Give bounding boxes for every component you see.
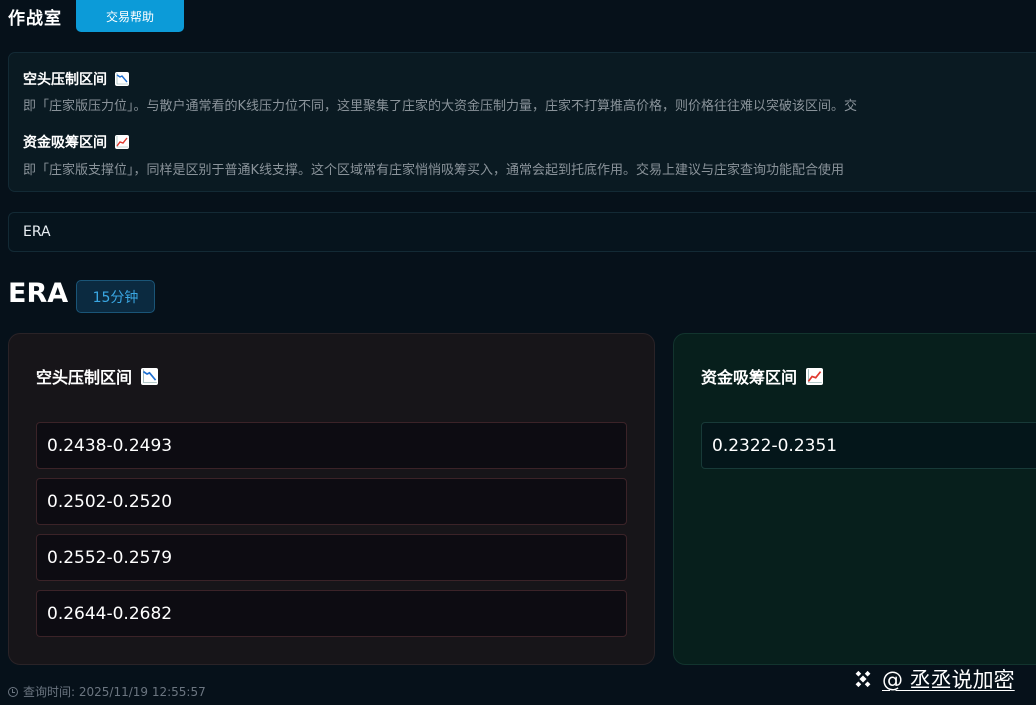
support-info-heading: 资金吸筹区间 <box>23 132 129 152</box>
query-time: 查询时间: 2025/11/19 12:55:57 <box>8 683 206 700</box>
support-info-desc: 即「庄家版支撑位」，同样是区别于普通K线支撑。这个区域常有庄家悄悄吸筹买入，通常… <box>23 163 845 178</box>
resistance-info-heading: 空头压制区间 <box>23 69 129 89</box>
resistance-range-row: 0.2502-0.2520 <box>36 478 627 525</box>
resistance-info-heading-label: 空头压制区间 <box>23 72 107 88</box>
support-info-heading-label: 资金吸筹区间 <box>23 135 107 151</box>
binance-logo-icon <box>855 670 871 688</box>
interval-badge: 15分钟 <box>76 280 155 313</box>
resistance-range-row: 0.2644-0.2682 <box>36 590 627 637</box>
support-range-row: 0.2322-0.2351 <box>701 422 1036 469</box>
info-box: 空头压制区间 即「庄家版压力位」。与散户通常看的K线压力位不同，这里聚集了庄家的… <box>8 52 1036 192</box>
support-panel-title: 资金吸筹区间 <box>701 368 798 387</box>
page-title: 作战室 <box>8 8 62 29</box>
clock-icon <box>8 686 18 697</box>
chart-decreasing-icon <box>115 72 129 86</box>
support-panel-heading: 资金吸筹区间 <box>701 364 824 388</box>
chart-increasing-icon <box>806 367 824 385</box>
chart-increasing-icon <box>115 135 129 149</box>
symbol-title: ERA <box>8 278 69 309</box>
resistance-range-row: 0.2438-0.2493 <box>36 422 627 469</box>
symbol-search-input[interactable] <box>8 212 1036 252</box>
header: 作战室 <box>8 0 62 32</box>
query-time-text: 查询时间: 2025/11/19 12:55:57 <box>23 685 206 699</box>
watermark: @ 丞丞说加密 <box>850 664 1015 694</box>
watermark-text: @ 丞丞说加密 <box>882 668 1015 692</box>
page: 作战室 交易帮助 空头压制区间 即「庄家版压力位」。与散户通常看的K线压力位不同… <box>0 0 1036 705</box>
resistance-panel: 空头压制区间 0.2438-0.2493 0.2502-0.2520 0.255… <box>8 333 655 665</box>
chart-decreasing-icon <box>141 367 159 385</box>
resistance-panel-heading: 空头压制区间 <box>36 364 159 388</box>
resistance-info-desc: 即「庄家版压力位」。与散户通常看的K线压力位不同，这里聚集了庄家的大资金压制力量… <box>23 99 858 114</box>
support-panel: 资金吸筹区间 0.2322-0.2351 <box>673 333 1036 665</box>
resistance-panel-title: 空头压制区间 <box>36 368 133 387</box>
trade-help-button[interactable]: 交易帮助 <box>76 0 184 32</box>
resistance-range-row: 0.2552-0.2579 <box>36 534 627 581</box>
